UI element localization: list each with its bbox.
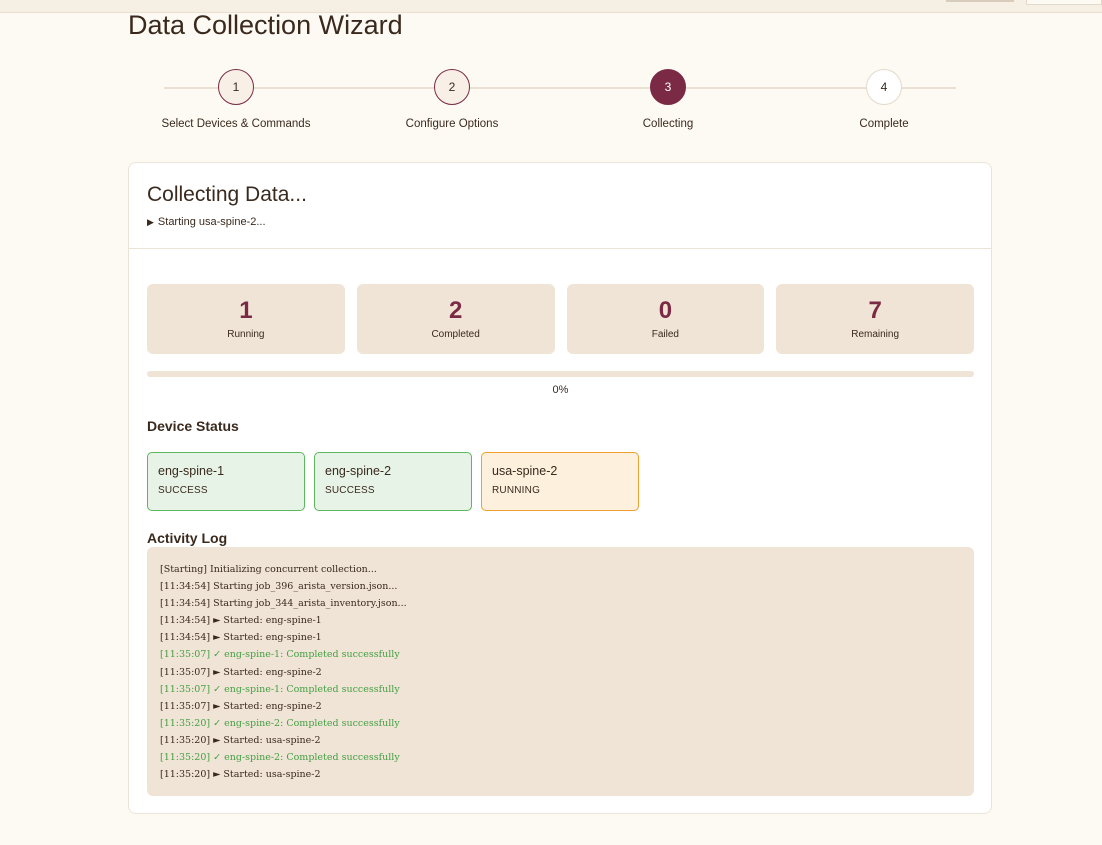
stat-remaining: 7 Remaining — [776, 284, 974, 354]
device-card-eng-spine-1[interactable]: eng-spine-1 SUCCESS — [147, 452, 305, 511]
wizard-stepper: 1 Select Devices & Commands 2 Configure … — [128, 68, 992, 130]
step-collecting: 3 Collecting — [560, 68, 776, 130]
step-label: Configure Options — [405, 118, 499, 130]
stat-label: Failed — [651, 329, 679, 340]
stat-failed: 0 Failed — [566, 284, 765, 354]
card-title: Collecting Data... — [147, 183, 307, 206]
device-card-usa-spine-2[interactable]: usa-spine-2 RUNNING — [481, 452, 639, 511]
step-number: 1 — [218, 69, 254, 105]
current-task: ▶ Starting usa-spine-2... — [147, 216, 973, 228]
stat-completed: 2 Completed — [356, 284, 555, 354]
activity-log-title: Activity Log — [147, 530, 228, 546]
device-card-eng-spine-2[interactable]: eng-spine-2 SUCCESS — [314, 452, 472, 511]
progress-percent: 0% — [552, 384, 569, 396]
device-status: SUCCESS — [325, 485, 375, 496]
stat-label: Remaining — [851, 329, 900, 340]
play-icon: ▶ — [147, 216, 154, 227]
collection-card: Collecting Data... ▶ Starting usa-spine-… — [128, 162, 992, 814]
log-line: [11:35:07] ► Started: eng-spine-2 — [160, 700, 322, 712]
stat-label: Completed — [431, 329, 480, 340]
stat-label: Running — [227, 329, 265, 340]
log-line: [11:35:20] ✓ eng-spine-2: Completed succ… — [160, 717, 400, 729]
log-line: [11:35:07] ✓ eng-spine-1: Completed succ… — [160, 649, 400, 661]
log-line: [11:35:20] ► Started: usa-spine-2 — [160, 769, 321, 781]
card-header: Collecting Data... ▶ Starting usa-spine-… — [129, 163, 991, 249]
step-configure-options[interactable]: 2 Configure Options — [344, 68, 560, 130]
device-status: RUNNING — [492, 485, 541, 496]
stat-value: 0 — [658, 297, 673, 324]
log-line: [Starting] Initializing concurrent colle… — [160, 564, 377, 575]
step-label: Select Devices & Commands — [161, 118, 311, 130]
stat-value: 7 — [868, 297, 882, 324]
log-line: [11:34:54] Starting job_396_arista_versi… — [160, 581, 398, 593]
device-status-title: Device Status — [147, 418, 239, 434]
stat-value: 2 — [448, 297, 463, 324]
log-line: [11:35:07] ► Started: eng-spine-2 — [160, 666, 322, 678]
top-bar-button[interactable] — [946, 0, 1014, 2]
step-label: Collecting — [642, 118, 694, 130]
step-number: 4 — [866, 69, 902, 105]
step-number: 3 — [650, 69, 686, 105]
log-line: [11:34:54] ► Started: eng-spine-1 — [160, 632, 322, 644]
log-line: [11:35:20] ✓ eng-spine-2: Completed succ… — [160, 752, 400, 764]
log-line: [11:34:54] ► Started: eng-spine-1 — [160, 615, 322, 627]
activity-log[interactable]: [Starting] Initializing concurrent colle… — [147, 547, 974, 796]
log-line: [11:34:54] Starting job_344_arista_inven… — [160, 598, 407, 610]
step-label: Complete — [859, 118, 909, 130]
current-task-text: Starting usa-spine-2... — [157, 216, 266, 228]
stats-row: 1 Running 2 Completed 0 Failed 7 Remaini… — [147, 284, 974, 354]
log-line: [11:35:07] ✓ eng-spine-1: Completed succ… — [160, 683, 400, 695]
progress-bar — [147, 371, 974, 377]
stat-running: 1 Running — [147, 284, 345, 354]
stat-value: 1 — [239, 297, 253, 324]
page-title: Data Collection Wizard — [128, 10, 403, 40]
device-name: usa-spine-2 — [492, 464, 558, 478]
log-line: [11:35:20] ► Started: usa-spine-2 — [160, 734, 321, 746]
step-number: 2 — [434, 69, 470, 105]
device-status-list: eng-spine-1 SUCCESS eng-spine-2 SUCCESS … — [147, 452, 639, 511]
device-name: eng-spine-1 — [158, 464, 225, 478]
device-status: SUCCESS — [158, 485, 208, 496]
top-bar-button[interactable] — [1026, 0, 1102, 5]
device-name: eng-spine-2 — [325, 464, 392, 478]
step-complete: 4 Complete — [776, 68, 992, 130]
step-select-devices[interactable]: 1 Select Devices & Commands — [128, 68, 344, 130]
